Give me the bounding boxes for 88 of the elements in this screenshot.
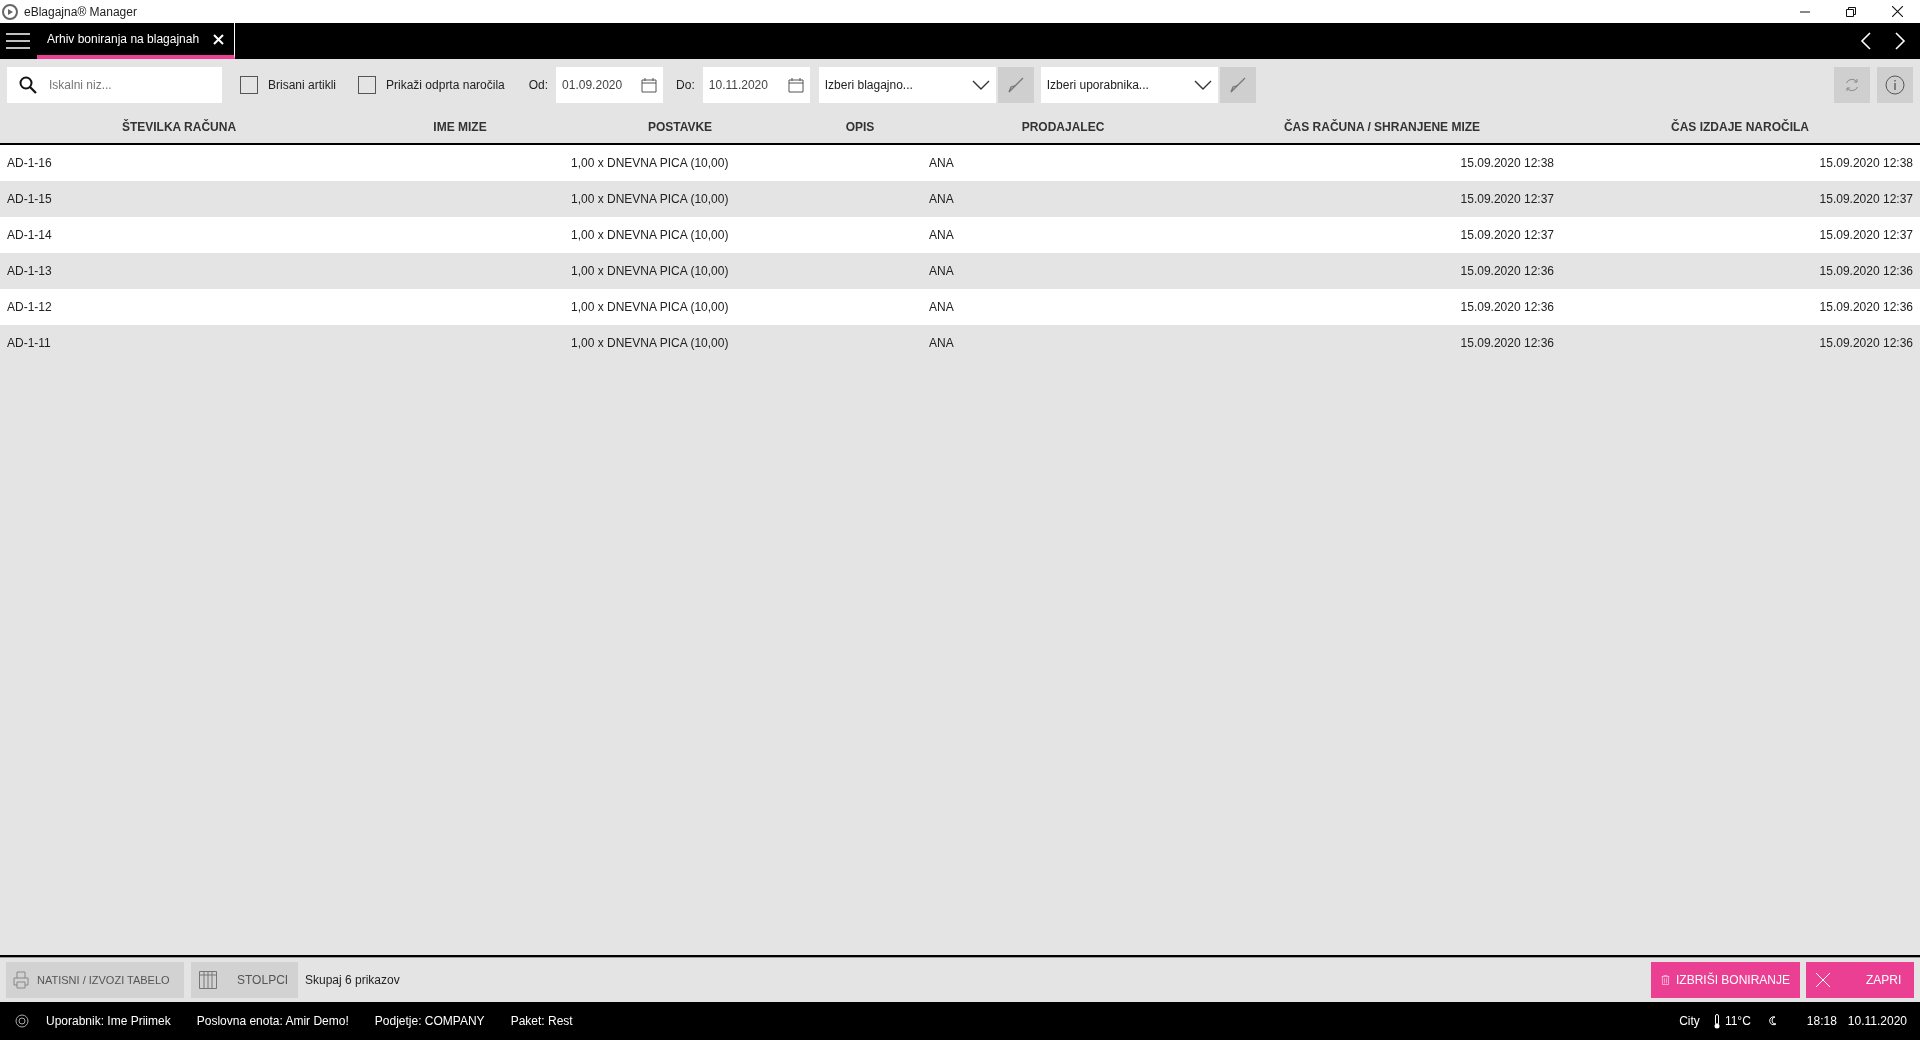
status-text: Paket: Rest [510,1013,573,1030]
table-cell: 15.09.2020 12:36 [1819,336,1913,350]
table-cell: ANA [929,336,954,350]
tab[interactable]: Arhiv boniranja na blagajnah [37,23,236,59]
table-cell: AD-1-13 [7,264,52,278]
date-from-label: Od: [528,76,549,94]
print-export-button[interactable]: NATISNI / IZVOZI TABELO [6,962,184,998]
restore-icon [1846,6,1856,17]
window-title: eBlagajna® Manager [24,3,137,21]
clock-time: 18:18 [1806,1013,1837,1030]
chevron-left-icon [1860,32,1872,50]
table-cell: 15.09.2020 12:36 [1460,264,1554,278]
checkbox-label: Brisani artikli [268,76,336,94]
dropdown[interactable]: Izberi uporabnika... [1040,66,1218,103]
columns-button[interactable]: STOLPCI [191,962,298,998]
column-header[interactable]: ČAS RAČUNA / SHRANJENE MIZE [1204,117,1560,136]
table-cell: 15.09.2020 12:37 [1460,192,1554,206]
table-cell: 15.09.2020 12:37 [1819,192,1913,206]
table-row[interactable]: AD-1-12 1,00 x DNEVNA PICA (10,00) ANA 15.09.2020 12:36 15.09.2020 12:36 [0,289,1920,325]
table-cell: 15.09.2020 12:36 [1460,300,1554,314]
table-cell: 15.09.2020 12:38 [1460,156,1554,170]
table-cell: 15.09.2020 12:36 [1819,264,1913,278]
close-icon [1891,6,1903,17]
checkbox[interactable] [358,75,376,94]
table-cell: 15.09.2020 12:37 [1819,228,1913,242]
clock-date: 10.11.2020 [1847,1013,1907,1030]
table-cell: 1,00 x DNEVNA PICA (10,00) [571,192,729,206]
table-cell: 1,00 x DNEVNA PICA (10,00) [571,156,729,170]
city-label: City [1679,1013,1700,1030]
column-header[interactable]: PRODAJALEC [922,117,1204,136]
table-cell: ANA [929,192,954,206]
column-header[interactable]: ŠTEVILKA RAČUNA [0,117,358,136]
checkbox-label: Prikaži odprta naročila [386,76,505,94]
table-columns-icon [199,971,217,989]
app-logo-icon [2,3,18,20]
date-to-label: Do: [676,76,695,94]
chevron-right-icon [1894,32,1906,50]
printer-icon [13,971,29,989]
delete-button[interactable]: IZBRIŠI BONIRANJE [1651,962,1800,998]
table-cell: AD-1-12 [7,300,52,314]
close-icon [1816,973,1830,987]
info-icon [1885,74,1905,95]
date-from-field[interactable]: 01.09.2020 [556,66,664,103]
temperature: 11°C [1724,1013,1751,1030]
table-cell: ANA [929,300,954,314]
dropdown[interactable]: Izberi blagajno... [818,66,996,103]
table-cell: 1,00 x DNEVNA PICA (10,00) [571,264,729,278]
table-cell: ANA [929,156,954,170]
search-field[interactable]: Iskalni niz... [7,66,222,103]
moon-icon [1768,1016,1777,1026]
table-cell: AD-1-15 [7,192,52,206]
table-cell: 1,00 x DNEVNA PICA (10,00) [571,336,729,350]
brush-icon [1006,75,1025,94]
menu-icon [6,33,30,49]
column-header[interactable]: IME MIZE [358,117,562,136]
table-cell: 15.09.2020 12:36 [1460,336,1554,350]
table-cell: 1,00 x DNEVNA PICA (10,00) [571,300,729,314]
checkbox[interactable] [240,75,258,94]
table-row[interactable]: AD-1-16 1,00 x DNEVNA PICA (10,00) ANA 15.09.2020 12:38 15.09.2020 12:38 [0,145,1920,181]
table-cell: 15.09.2020 12:38 [1819,156,1913,170]
table-cell: AD-1-14 [7,228,52,242]
table-cell: AD-1-11 [7,336,51,350]
table-cell: 15.09.2020 12:36 [1819,300,1913,314]
status-text: Uporabnik: Ime Priimek [46,1013,171,1030]
column-header[interactable]: OPIS [798,117,922,136]
calendar-icon [641,76,658,93]
status-text: Podjetje: COMPANY [374,1013,485,1030]
column-header[interactable]: ČAS IZDAJE NAROČILA [1560,117,1920,136]
table-cell: 1,00 x DNEVNA PICA (10,00) [571,228,729,242]
info-button[interactable] [1877,66,1913,103]
table-cell: ANA [929,228,954,242]
brush-icon [1228,75,1247,94]
date-to-field[interactable]: 10.11.2020 [702,66,810,103]
table-cell: ANA [929,264,954,278]
status-text: Poslovna enota: Amir Demo! [196,1013,349,1030]
chevron-down-icon [971,79,990,90]
total-count: Skupaj 6 prikazov [305,972,400,989]
chevron-down-icon [1193,79,1212,90]
calendar-icon [787,76,804,93]
thermometer-icon [1713,1013,1720,1029]
close-button[interactable]: ZAPRI [1806,962,1914,998]
table-cell: AD-1-16 [7,156,52,170]
table-cell: 15.09.2020 12:37 [1460,228,1554,242]
close-tab-icon[interactable] [213,33,225,45]
search-icon [19,75,37,94]
table-row[interactable]: AD-1-14 1,00 x DNEVNA PICA (10,00) ANA 15.09.2020 12:37 15.09.2020 12:37 [0,217,1920,253]
column-header[interactable]: POSTAVKE [562,117,798,136]
refresh-icon [1844,76,1860,93]
